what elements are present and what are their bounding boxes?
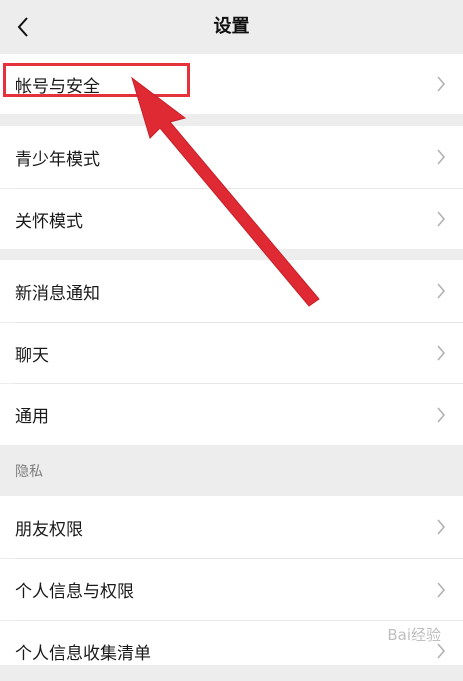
red-arrow-annotation	[131, 76, 320, 307]
watermark-logo: Bai经验	[387, 624, 441, 645]
watermark-text: Bai经验	[387, 626, 441, 644]
